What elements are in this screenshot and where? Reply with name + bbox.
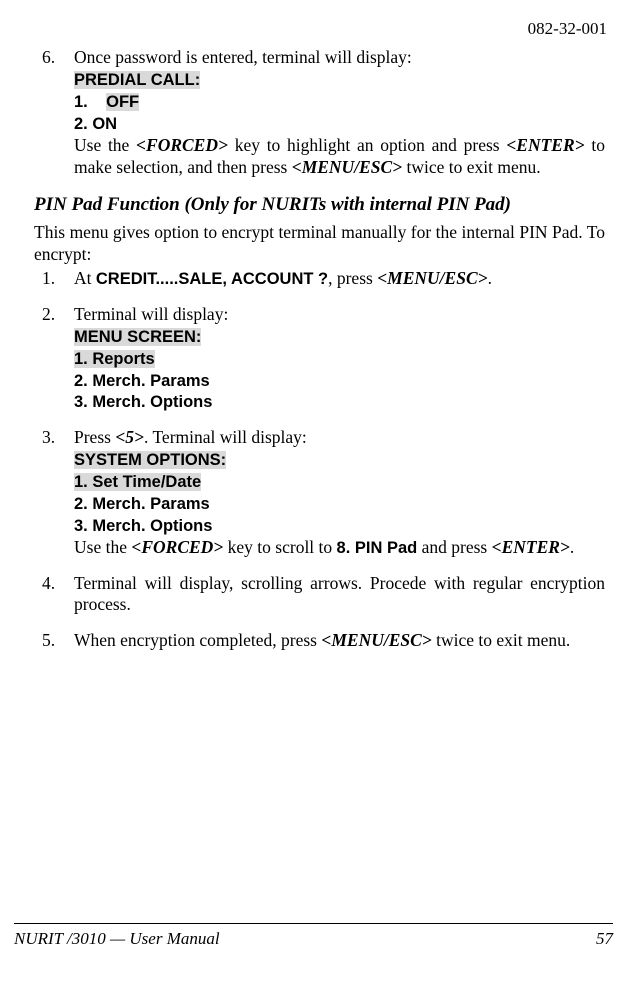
text: Once password is entered, terminal will …: [74, 47, 412, 67]
menu-line: 2. Merch. Params: [74, 372, 210, 390]
text: Terminal will display:: [74, 304, 228, 324]
highlight-settime: 1. Set Time/Date: [74, 473, 201, 491]
key-forced: <FORCED>: [136, 135, 228, 155]
text: .: [570, 537, 574, 557]
text: Press: [74, 427, 115, 447]
highlight-predial: PREDIAL CALL:: [74, 71, 200, 89]
highlight-off: OFF: [106, 93, 139, 111]
list-body: When encryption completed, press <MENU/E…: [74, 630, 605, 652]
text: Terminal will display, scrolling arrows.…: [74, 573, 605, 615]
text: twice to exit menu.: [402, 157, 541, 177]
menu-line: 1.: [74, 93, 88, 111]
list-number: 1.: [34, 268, 74, 290]
page-footer: NURIT /3010 — User Manual 57: [14, 923, 613, 949]
key-menuesc: <MENU/ESC>: [321, 630, 431, 650]
list-body: Press <5>. Terminal will display: SYSTEM…: [74, 427, 605, 558]
text: twice to exit menu.: [432, 630, 571, 650]
text: and press: [417, 537, 491, 557]
paragraph: Use the <FORCED> key to highlight an opt…: [74, 135, 605, 179]
list-body: Once password is entered, terminal will …: [74, 47, 605, 178]
list-number: 4.: [34, 573, 74, 617]
list-item-3: 3. Press <5>. Terminal will display: SYS…: [34, 427, 605, 558]
space: [88, 93, 106, 111]
section-heading: PIN Pad Function (Only for NURITs with i…: [34, 193, 605, 217]
list-item-6: 6. Once password is entered, terminal wi…: [34, 47, 605, 178]
menu-line: 3. Merch. Options: [74, 393, 212, 411]
text: key to scroll to: [223, 537, 336, 557]
text: When encryption completed, press: [74, 630, 321, 650]
list-item-4: 4. Terminal will display, scrolling arro…: [34, 573, 605, 617]
list-item-2: 2. Terminal will display: MENU SCREEN: 1…: [34, 304, 605, 413]
text: . Terminal will display:: [144, 427, 307, 447]
highlight-menuscreen: MENU SCREEN:: [74, 328, 201, 346]
menu-line: 2. ON: [74, 115, 117, 133]
list-body: At CREDIT.....SALE, ACCOUNT ?, press <ME…: [74, 268, 605, 290]
text: , press: [328, 268, 377, 288]
list-number: 6.: [34, 47, 74, 178]
list-number: 2.: [34, 304, 74, 413]
key-enter: <ENTER>: [506, 135, 584, 155]
highlight-reports: 1. Reports: [74, 350, 155, 368]
key-5: <5>: [115, 427, 144, 447]
pin-pad: 8. PIN Pad: [337, 539, 418, 557]
menu-line: 2. Merch. Params: [74, 495, 210, 513]
list-body: Terminal will display, scrolling arrows.…: [74, 573, 605, 617]
key-menuesc: <MENU/ESC>: [292, 157, 402, 177]
text: Use the: [74, 537, 131, 557]
main-content: 6. Once password is entered, terminal wi…: [14, 47, 613, 652]
text: At: [74, 268, 96, 288]
menu-line: 3. Merch. Options: [74, 517, 212, 535]
list-number: 3.: [34, 427, 74, 558]
list-body: Terminal will display: MENU SCREEN: 1. R…: [74, 304, 605, 413]
key-forced: <FORCED>: [131, 537, 223, 557]
text: Use the: [74, 135, 136, 155]
paragraph: Use the <FORCED> key to scroll to 8. PIN…: [74, 537, 605, 559]
list-number: 5.: [34, 630, 74, 652]
footer-page-number: 57: [596, 928, 613, 949]
intro-paragraph: This menu gives option to encrypt termin…: [34, 222, 605, 266]
key-enter: <ENTER>: [492, 537, 570, 557]
text: .: [488, 268, 492, 288]
key-menuesc: <MENU/ESC>: [377, 268, 487, 288]
highlight-sysopts: SYSTEM OPTIONS:: [74, 451, 226, 469]
footer-left: NURIT /3010 — User Manual: [14, 928, 220, 949]
document-id: 082-32-001: [14, 18, 613, 39]
list-item-5: 5. When encryption completed, press <MEN…: [34, 630, 605, 652]
text: key to highlight an option and press: [228, 135, 506, 155]
credit-prompt: CREDIT.....SALE, ACCOUNT ?: [96, 270, 328, 288]
list-item-1: 1. At CREDIT.....SALE, ACCOUNT ?, press …: [34, 268, 605, 290]
